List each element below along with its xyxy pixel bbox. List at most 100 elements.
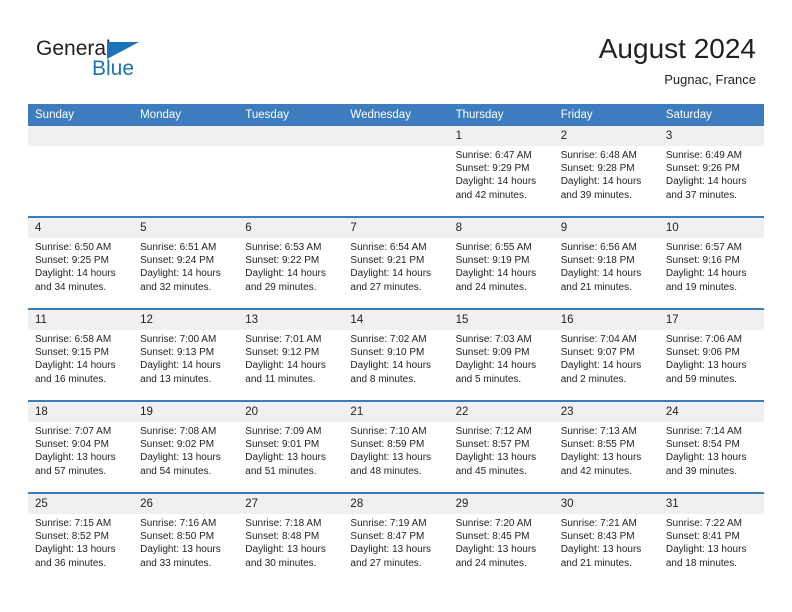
calendar-day-cell[interactable]: 26 Sunrise: 7:16 AM Sunset: 8:50 PM Dayligh…	[133, 492, 239, 584]
daylight-text-line1: Daylight: 13 hours	[665, 544, 747, 556]
sunrise-text: Sunrise: 6:54 AM	[350, 242, 427, 253]
daylight-text-line2: and 33 minutes.	[140, 557, 212, 569]
page-title: August 2024	[598, 33, 756, 64]
sunset-text: Sunset: 8:57 PM	[455, 439, 530, 451]
sun-times-block: Sunrise: 7:01 AM Sunset: 9:12 PM Daylight:…	[238, 330, 343, 386]
day-number: 19	[133, 402, 239, 422]
calendar-day-cell[interactable]: 1 Sunrise: 6:47 AM Sunset: 9:29 PM Daylight…	[448, 126, 554, 217]
day-cell-inner: 8 Sunrise: 6:55 AM Sunset: 9:19 PM Daylight…	[448, 218, 554, 308]
day-cell-inner: 13 Sunrise: 7:01 AM Sunset: 9:12 PM Dayligh…	[238, 310, 344, 400]
day-cell-inner: 11 Sunrise: 6:58 AM Sunset: 9:15 PM Dayligh…	[28, 310, 134, 400]
day-number: 30	[553, 494, 659, 514]
daylight-text-line1: Daylight: 14 hours	[665, 268, 747, 280]
calendar-day-cell[interactable]: 8 Sunrise: 6:55 AM Sunset: 9:19 PM Daylight…	[448, 216, 554, 309]
day-number: 29	[448, 494, 554, 514]
calendar-day-cell[interactable]: 27 Sunrise: 7:18 AM Sunset: 8:48 PM Dayligh…	[238, 492, 344, 584]
calendar-day-cell[interactable]: 24 Sunrise: 7:14 AM Sunset: 8:54 PM Dayligh…	[658, 400, 764, 493]
calendar-day-cell[interactable]: 3 Sunrise: 6:49 AM Sunset: 9:26 PM Daylight…	[658, 126, 764, 217]
day-cell-inner: 1 Sunrise: 6:47 AM Sunset: 9:29 PM Daylight…	[448, 126, 554, 216]
day-cell-inner: 27 Sunrise: 7:18 AM Sunset: 8:48 PM Dayligh…	[238, 494, 344, 584]
daylight-text-line2: and 24 minutes.	[455, 557, 527, 569]
daylight-text-line1: Daylight: 14 hours	[140, 360, 221, 372]
calendar-week-row: 4 Sunrise: 6:50 AM Sunset: 9:25 PM Daylight…	[28, 216, 764, 309]
daylight-text-line1: Daylight: 14 hours	[245, 360, 326, 372]
weekday-header-wednesday: Wednesday	[343, 104, 449, 126]
weekday-header-friday: Friday	[553, 104, 659, 126]
day-cell-inner: 23 Sunrise: 7:13 AM Sunset: 8:55 PM Dayligh…	[553, 402, 659, 492]
calendar-day-cell[interactable]: 11 Sunrise: 6:58 AM Sunset: 9:15 PM Dayligh…	[28, 308, 134, 401]
sunset-text: Sunset: 8:43 PM	[560, 531, 635, 543]
daylight-text-line1: Daylight: 13 hours	[140, 452, 221, 464]
calendar-header-row: Sunday Monday Tuesday Wednesday Thursday Frid…	[28, 104, 764, 126]
sunset-text: Sunset: 9:25 PM	[35, 255, 109, 267]
calendar-week-row: 25 Sunrise: 7:15 AM Sunset: 8:52 PM Dayligh…	[28, 492, 764, 584]
sunrise-text: Sunrise: 7:14 AM	[665, 426, 742, 437]
sun-times-block: Sunrise: 6:57 AM Sunset: 9:16 PM Daylight:…	[659, 238, 764, 294]
day-number: 5	[133, 218, 239, 238]
sun-times-block: Sunrise: 6:55 AM Sunset: 9:19 PM Daylight:…	[449, 238, 554, 294]
calendar-day-cell[interactable]: 30 Sunrise: 7:21 AM Sunset: 8:43 PM Dayligh…	[553, 492, 659, 584]
calendar-day-cell[interactable]: 20 Sunrise: 7:09 AM Sunset: 9:01 PM Dayligh…	[238, 400, 344, 493]
day-number: 22	[448, 402, 554, 422]
day-number	[133, 126, 239, 146]
calendar-day-cell[interactable]: 29 Sunrise: 7:20 AM Sunset: 8:45 PM Dayligh…	[448, 492, 554, 584]
calendar-day-cell[interactable]: 4 Sunrise: 6:50 AM Sunset: 9:25 PM Daylight…	[28, 216, 134, 309]
calendar-day-cell[interactable]: 2 Sunrise: 6:48 AM Sunset: 9:28 PM Daylight…	[553, 126, 659, 217]
calendar-day-cell[interactable]: 17 Sunrise: 7:06 AM Sunset: 9:06 PM Dayligh…	[658, 308, 764, 401]
calendar-day-cell[interactable]: 16 Sunrise: 7:04 AM Sunset: 9:07 PM Dayligh…	[553, 308, 659, 401]
daylight-text-line2: and 34 minutes.	[35, 281, 107, 293]
day-number: 14	[343, 310, 449, 330]
calendar-day-cell[interactable]: 18 Sunrise: 7:07 AM Sunset: 9:04 PM Dayligh…	[28, 400, 134, 493]
day-cell-inner: 17 Sunrise: 7:06 AM Sunset: 9:06 PM Dayligh…	[658, 310, 764, 400]
calendar-day-cell-empty	[28, 126, 134, 217]
sunset-text: Sunset: 9:18 PM	[560, 255, 635, 267]
daylight-text-line1: Daylight: 13 hours	[560, 452, 642, 464]
sun-times-block: Sunrise: 7:19 AM Sunset: 8:47 PM Daylight:…	[343, 514, 448, 570]
day-cell-inner: 3 Sunrise: 6:49 AM Sunset: 9:26 PM Daylight…	[658, 126, 764, 216]
calendar-day-cell[interactable]: 7 Sunrise: 6:54 AM Sunset: 9:21 PM Daylight…	[343, 216, 449, 309]
day-number: 8	[448, 218, 554, 238]
location-subtitle: Pugnac, France	[664, 72, 756, 87]
daylight-text-line1: Daylight: 14 hours	[455, 360, 537, 372]
day-number: 11	[28, 310, 134, 330]
calendar-day-cell[interactable]: 10 Sunrise: 6:57 AM Sunset: 9:16 PM Dayligh…	[658, 216, 764, 309]
calendar-day-cell[interactable]: 9 Sunrise: 6:56 AM Sunset: 9:18 PM Daylight…	[553, 216, 659, 309]
page-header: General Blue August 2024 Pugnac, France	[0, 0, 792, 100]
general-blue-logo[interactable]: General Blue	[36, 38, 196, 84]
calendar-day-cell[interactable]: 19 Sunrise: 7:08 AM Sunset: 9:02 PM Dayligh…	[133, 400, 239, 493]
calendar-day-cell[interactable]: 6 Sunrise: 6:53 AM Sunset: 9:22 PM Daylight…	[238, 216, 344, 309]
sun-times-block: Sunrise: 7:15 AM Sunset: 8:52 PM Daylight:…	[28, 514, 133, 570]
sunset-text: Sunset: 8:48 PM	[245, 531, 320, 543]
calendar-day-cell[interactable]: 15 Sunrise: 7:03 AM Sunset: 9:09 PM Dayligh…	[448, 308, 554, 401]
calendar-day-cell[interactable]: 25 Sunrise: 7:15 AM Sunset: 8:52 PM Dayligh…	[28, 492, 134, 584]
day-cell-inner: 19 Sunrise: 7:08 AM Sunset: 9:02 PM Dayligh…	[133, 402, 239, 492]
day-number: 26	[133, 494, 239, 514]
day-cell-inner	[28, 126, 134, 216]
sunrise-text: Sunrise: 6:53 AM	[245, 242, 322, 253]
calendar-grid: Sunday Monday Tuesday Wednesday Thursday Frid…	[28, 104, 764, 584]
sun-times-block: Sunrise: 6:50 AM Sunset: 9:25 PM Daylight:…	[28, 238, 133, 294]
calendar-day-cell[interactable]: 13 Sunrise: 7:01 AM Sunset: 9:12 PM Dayligh…	[238, 308, 344, 401]
day-number: 16	[553, 310, 659, 330]
calendar-day-cell[interactable]: 21 Sunrise: 7:10 AM Sunset: 8:59 PM Dayligh…	[343, 400, 449, 493]
calendar-day-cell[interactable]: 5 Sunrise: 6:51 AM Sunset: 9:24 PM Daylight…	[133, 216, 239, 309]
day-cell-inner: 12 Sunrise: 7:00 AM Sunset: 9:13 PM Dayligh…	[133, 310, 239, 400]
daylight-text-line2: and 54 minutes.	[140, 465, 212, 477]
sunrise-text: Sunrise: 7:00 AM	[140, 334, 217, 345]
daylight-text-line2: and 45 minutes.	[455, 465, 527, 477]
daylight-text-line2: and 11 minutes.	[245, 373, 316, 385]
calendar-day-cell[interactable]: 14 Sunrise: 7:02 AM Sunset: 9:10 PM Dayligh…	[343, 308, 449, 401]
calendar-day-cell[interactable]: 12 Sunrise: 7:00 AM Sunset: 9:13 PM Dayligh…	[133, 308, 239, 401]
day-number: 25	[28, 494, 134, 514]
day-number: 21	[343, 402, 449, 422]
sunrise-text: Sunrise: 7:06 AM	[665, 334, 742, 345]
daylight-text-line1: Daylight: 14 hours	[560, 176, 642, 188]
sunrise-text: Sunrise: 7:16 AM	[140, 518, 217, 529]
sun-times-block: Sunrise: 7:00 AM Sunset: 9:13 PM Daylight:…	[133, 330, 238, 386]
calendar-day-cell[interactable]: 28 Sunrise: 7:19 AM Sunset: 8:47 PM Dayligh…	[343, 492, 449, 584]
calendar-day-cell[interactable]: 23 Sunrise: 7:13 AM Sunset: 8:55 PM Dayligh…	[553, 400, 659, 493]
daylight-text-line1: Daylight: 13 hours	[455, 544, 537, 556]
day-cell-inner: 4 Sunrise: 6:50 AM Sunset: 9:25 PM Daylight…	[28, 218, 134, 308]
calendar-day-cell[interactable]: 31 Sunrise: 7:22 AM Sunset: 8:41 PM Dayligh…	[658, 492, 764, 584]
calendar-day-cell[interactable]: 22 Sunrise: 7:12 AM Sunset: 8:57 PM Dayligh…	[448, 400, 554, 493]
